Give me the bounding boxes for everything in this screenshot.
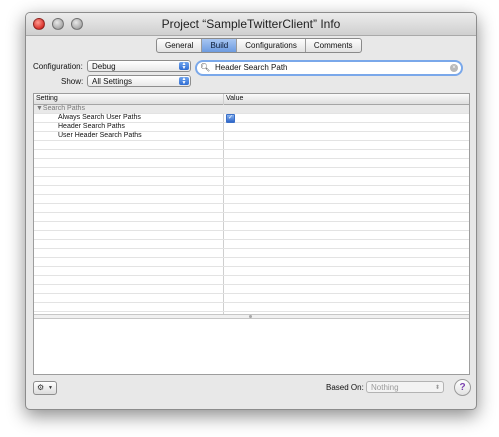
based-on-value: Nothing: [371, 383, 399, 392]
table-rows: ▼Search Paths Always Search User Paths ✓…: [34, 105, 469, 314]
empty-row: [34, 159, 469, 168]
empty-row: [34, 231, 469, 240]
empty-row: [34, 276, 469, 285]
configuration-value: Debug: [92, 62, 116, 71]
build-settings-table: Setting Value ▼Search Paths Always Searc…: [33, 93, 470, 375]
tab-configurations[interactable]: Configurations: [237, 39, 306, 52]
empty-row: [34, 258, 469, 267]
search-input[interactable]: Header Search Path: [215, 62, 288, 74]
empty-row: [34, 285, 469, 294]
empty-row: [34, 204, 469, 213]
empty-row: [34, 150, 469, 159]
group-row-search-paths[interactable]: ▼Search Paths: [34, 105, 469, 114]
table-row[interactable]: User Header Search Paths: [34, 132, 469, 141]
empty-row: [34, 240, 469, 249]
checkbox-checked-icon[interactable]: ✓: [226, 114, 235, 123]
setting-name: Always Search User Paths: [58, 114, 141, 121]
table-header: Setting Value: [34, 94, 469, 105]
popup-arrows-icon: ▲ ▼: [179, 77, 189, 86]
setting-name: User Header Search Paths: [58, 132, 142, 139]
show-label: Show:: [61, 77, 84, 86]
setting-name: Header Search Paths: [58, 123, 125, 130]
empty-row: [34, 249, 469, 258]
column-header-value[interactable]: Value: [226, 94, 243, 104]
tab-build[interactable]: Build: [202, 39, 238, 52]
empty-row: [34, 213, 469, 222]
empty-row: [34, 177, 469, 186]
help-button[interactable]: ?: [454, 379, 471, 396]
empty-row: [34, 186, 469, 195]
chevron-down-icon: ▼: [48, 385, 53, 391]
popup-arrows-icon: ⬍: [434, 385, 440, 391]
tab-bar: General Build Configurations Comments: [156, 38, 362, 53]
table-row[interactable]: Header Search Paths: [34, 123, 469, 132]
gear-icon: ⚙: [37, 383, 45, 392]
based-on-popup[interactable]: Nothing ⬍: [366, 381, 444, 393]
search-field[interactable]: 🔍︎ Header Search Path ×: [195, 60, 463, 76]
configuration-label: Configuration:: [33, 62, 83, 71]
tab-general[interactable]: General: [157, 39, 203, 52]
empty-row: [34, 294, 469, 303]
popup-arrows-icon: ▲ ▼: [179, 62, 189, 71]
configuration-popup[interactable]: Debug ▲ ▼: [87, 60, 191, 72]
split-handle-icon: [249, 315, 252, 318]
empty-row: [34, 195, 469, 204]
tab-comments[interactable]: Comments: [306, 39, 361, 52]
show-popup[interactable]: All Settings ▲ ▼: [87, 75, 191, 87]
clear-search-icon[interactable]: ×: [450, 64, 458, 72]
empty-row: [34, 168, 469, 177]
empty-row: [34, 222, 469, 231]
setting-description-pane: [34, 319, 469, 374]
empty-row: [34, 267, 469, 276]
empty-row: [34, 141, 469, 150]
show-value: All Settings: [92, 77, 133, 86]
empty-row: [34, 303, 469, 312]
group-label: ▼Search Paths: [36, 105, 85, 112]
based-on-label: Based On:: [326, 383, 364, 392]
column-header-setting[interactable]: Setting: [36, 94, 58, 104]
table-row[interactable]: Always Search User Paths ✓: [34, 114, 469, 123]
window-title: Project “SampleTwitterClient” Info: [161, 17, 341, 31]
title-bar[interactable]: Project “SampleTwitterClient” Info: [26, 13, 476, 36]
search-icon: 🔍︎: [200, 63, 211, 72]
info-window: Project “SampleTwitterClient” Info Gener…: [25, 12, 477, 410]
action-menu-button[interactable]: ⚙ ▼: [33, 381, 57, 395]
